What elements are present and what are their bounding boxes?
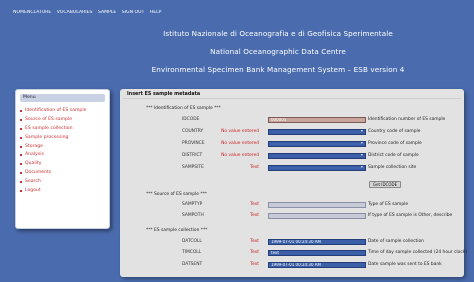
note-datcoll: Text: [250, 239, 259, 244]
desc-country: Country code of sample: [368, 129, 421, 134]
desc-datsent: Date sample was sent to ES bank: [368, 262, 442, 267]
section-identification: *** Identification of ES sample ***: [146, 106, 221, 111]
sidebar-item-analysis[interactable]: Analysis: [20, 151, 105, 160]
samptyp-field[interactable]: [268, 201, 366, 208]
province-select[interactable]: ▾: [268, 140, 366, 147]
row-timcoll: TIMCOLL Text text Time of day sample col…: [120, 249, 467, 256]
row-sampoth: SAMPOTH Text If type of ES sample is Oth…: [120, 212, 464, 219]
desc-datcoll: Date of sample collection: [368, 239, 424, 244]
header-line-1: Istituto Nazionale di Oceanografia e di …: [163, 29, 393, 38]
chevron-down-icon: ▾: [361, 165, 363, 169]
sidebar-menu: Menu Identification of ES sample Source …: [15, 89, 110, 229]
row-idcode: IDCODE 000005 Identification number of E…: [120, 116, 464, 123]
desc-timcoll: Time of day sample collected (24 hour cl…: [368, 250, 467, 255]
note-samsite: Text: [250, 165, 259, 170]
idcode-field[interactable]: 000005: [268, 116, 366, 123]
timcoll-field[interactable]: text: [268, 249, 366, 256]
desc-idcode: Identification number of ES sample: [368, 117, 446, 122]
note-sampoth: Text: [250, 213, 259, 218]
chevron-down-icon: ▾: [361, 129, 363, 133]
chevron-down-icon: ▾: [361, 153, 363, 157]
sidebar-item-documents[interactable]: Documents: [20, 169, 105, 178]
note-datsent: Text: [250, 262, 259, 267]
sidebar-item-storage[interactable]: Storage: [20, 143, 105, 152]
sidebar-item-logout[interactable]: Logout: [20, 187, 105, 196]
section-source: *** Source of ES sample ***: [146, 192, 207, 197]
sidebar-item-processing[interactable]: Sample processing: [20, 134, 105, 143]
row-samsite: SAMPSITE Text ▾ Sample collection site: [120, 164, 464, 171]
note-province: No value entered: [221, 141, 259, 146]
desc-province: Province code of sample: [368, 141, 422, 146]
row-district: DISTRICT No value entered ▾ District cod…: [120, 152, 464, 159]
desc-samsite: Sample collection site: [368, 165, 417, 170]
nav-item-nomenclature[interactable]: NOMENCLATURE: [13, 10, 51, 15]
sidebar-heading: Menu: [20, 94, 105, 102]
note-samptyp: Text: [250, 202, 259, 207]
sidebar-item-collection[interactable]: ES sample collection: [20, 125, 105, 134]
note-district: No value entered: [221, 153, 259, 158]
row-datcoll: DATCOLL Text 1999-07-01 00:24:30 AM Date…: [120, 238, 464, 245]
sidebar-item-search[interactable]: Search: [20, 178, 105, 187]
note-timcoll: Text: [250, 250, 259, 255]
desc-district: District code of sample: [368, 153, 419, 158]
sidebar-item-quality[interactable]: Quality: [20, 160, 105, 169]
sidebar-item-source[interactable]: Source of ES sample: [20, 116, 105, 125]
row-samptyp: SAMPTYP Text Type of ES sample: [120, 201, 464, 208]
row-province: PROVINCE No value entered ▾ Province cod…: [120, 140, 464, 147]
sidebar-item-identification[interactable]: Identification of ES sample: [20, 107, 105, 116]
panel-title: Insert ES sample metadata: [123, 90, 461, 99]
row-country: COUNTRY No value entered ▾ Country code …: [120, 128, 464, 135]
desc-samptyp: Type of ES sample: [368, 202, 409, 207]
sampoth-field[interactable]: [268, 212, 366, 219]
metadata-form-panel: Insert ES sample metadata *** Identifica…: [120, 89, 467, 277]
label-idcode: IDCODE: [182, 117, 200, 122]
top-navigation: NOMENCLATURE VOCABULARIES SAMPLE SIGN OU…: [13, 10, 466, 18]
section-collection: *** ES sample collection ***: [146, 228, 208, 233]
page-header: Istituto Nazionale di Oceanografia e di …: [118, 26, 438, 76]
nav-item-vocabularies[interactable]: VOCABULARIES: [57, 10, 93, 15]
nav-item-sign-out[interactable]: SIGN OUT: [122, 10, 145, 15]
header-line-3: Environmental Specimen Bank Management S…: [151, 65, 405, 74]
district-select[interactable]: ▾: [268, 152, 366, 159]
row-datsent: DATSENT Text 1999-07-01 00:24:30 AM Date…: [120, 261, 464, 268]
note-country: No value entered: [221, 129, 259, 134]
nav-item-help[interactable]: HELP: [150, 10, 162, 15]
chevron-down-icon: ▾: [361, 141, 363, 145]
datsent-field[interactable]: 1999-07-01 00:24:30 AM: [268, 261, 366, 268]
country-select[interactable]: ▾: [268, 128, 366, 135]
desc-sampoth: If type of ES sample is Other, describe: [368, 213, 453, 218]
get-idcode-button[interactable]: Get IDCODE: [369, 181, 401, 188]
header-line-2: National Oceanographic Data Centre: [210, 47, 346, 56]
nav-item-sample[interactable]: SAMPLE: [98, 10, 116, 15]
datcoll-field[interactable]: 1999-07-01 00:24:30 AM: [268, 238, 366, 245]
samsite-select[interactable]: ▾: [268, 164, 366, 171]
